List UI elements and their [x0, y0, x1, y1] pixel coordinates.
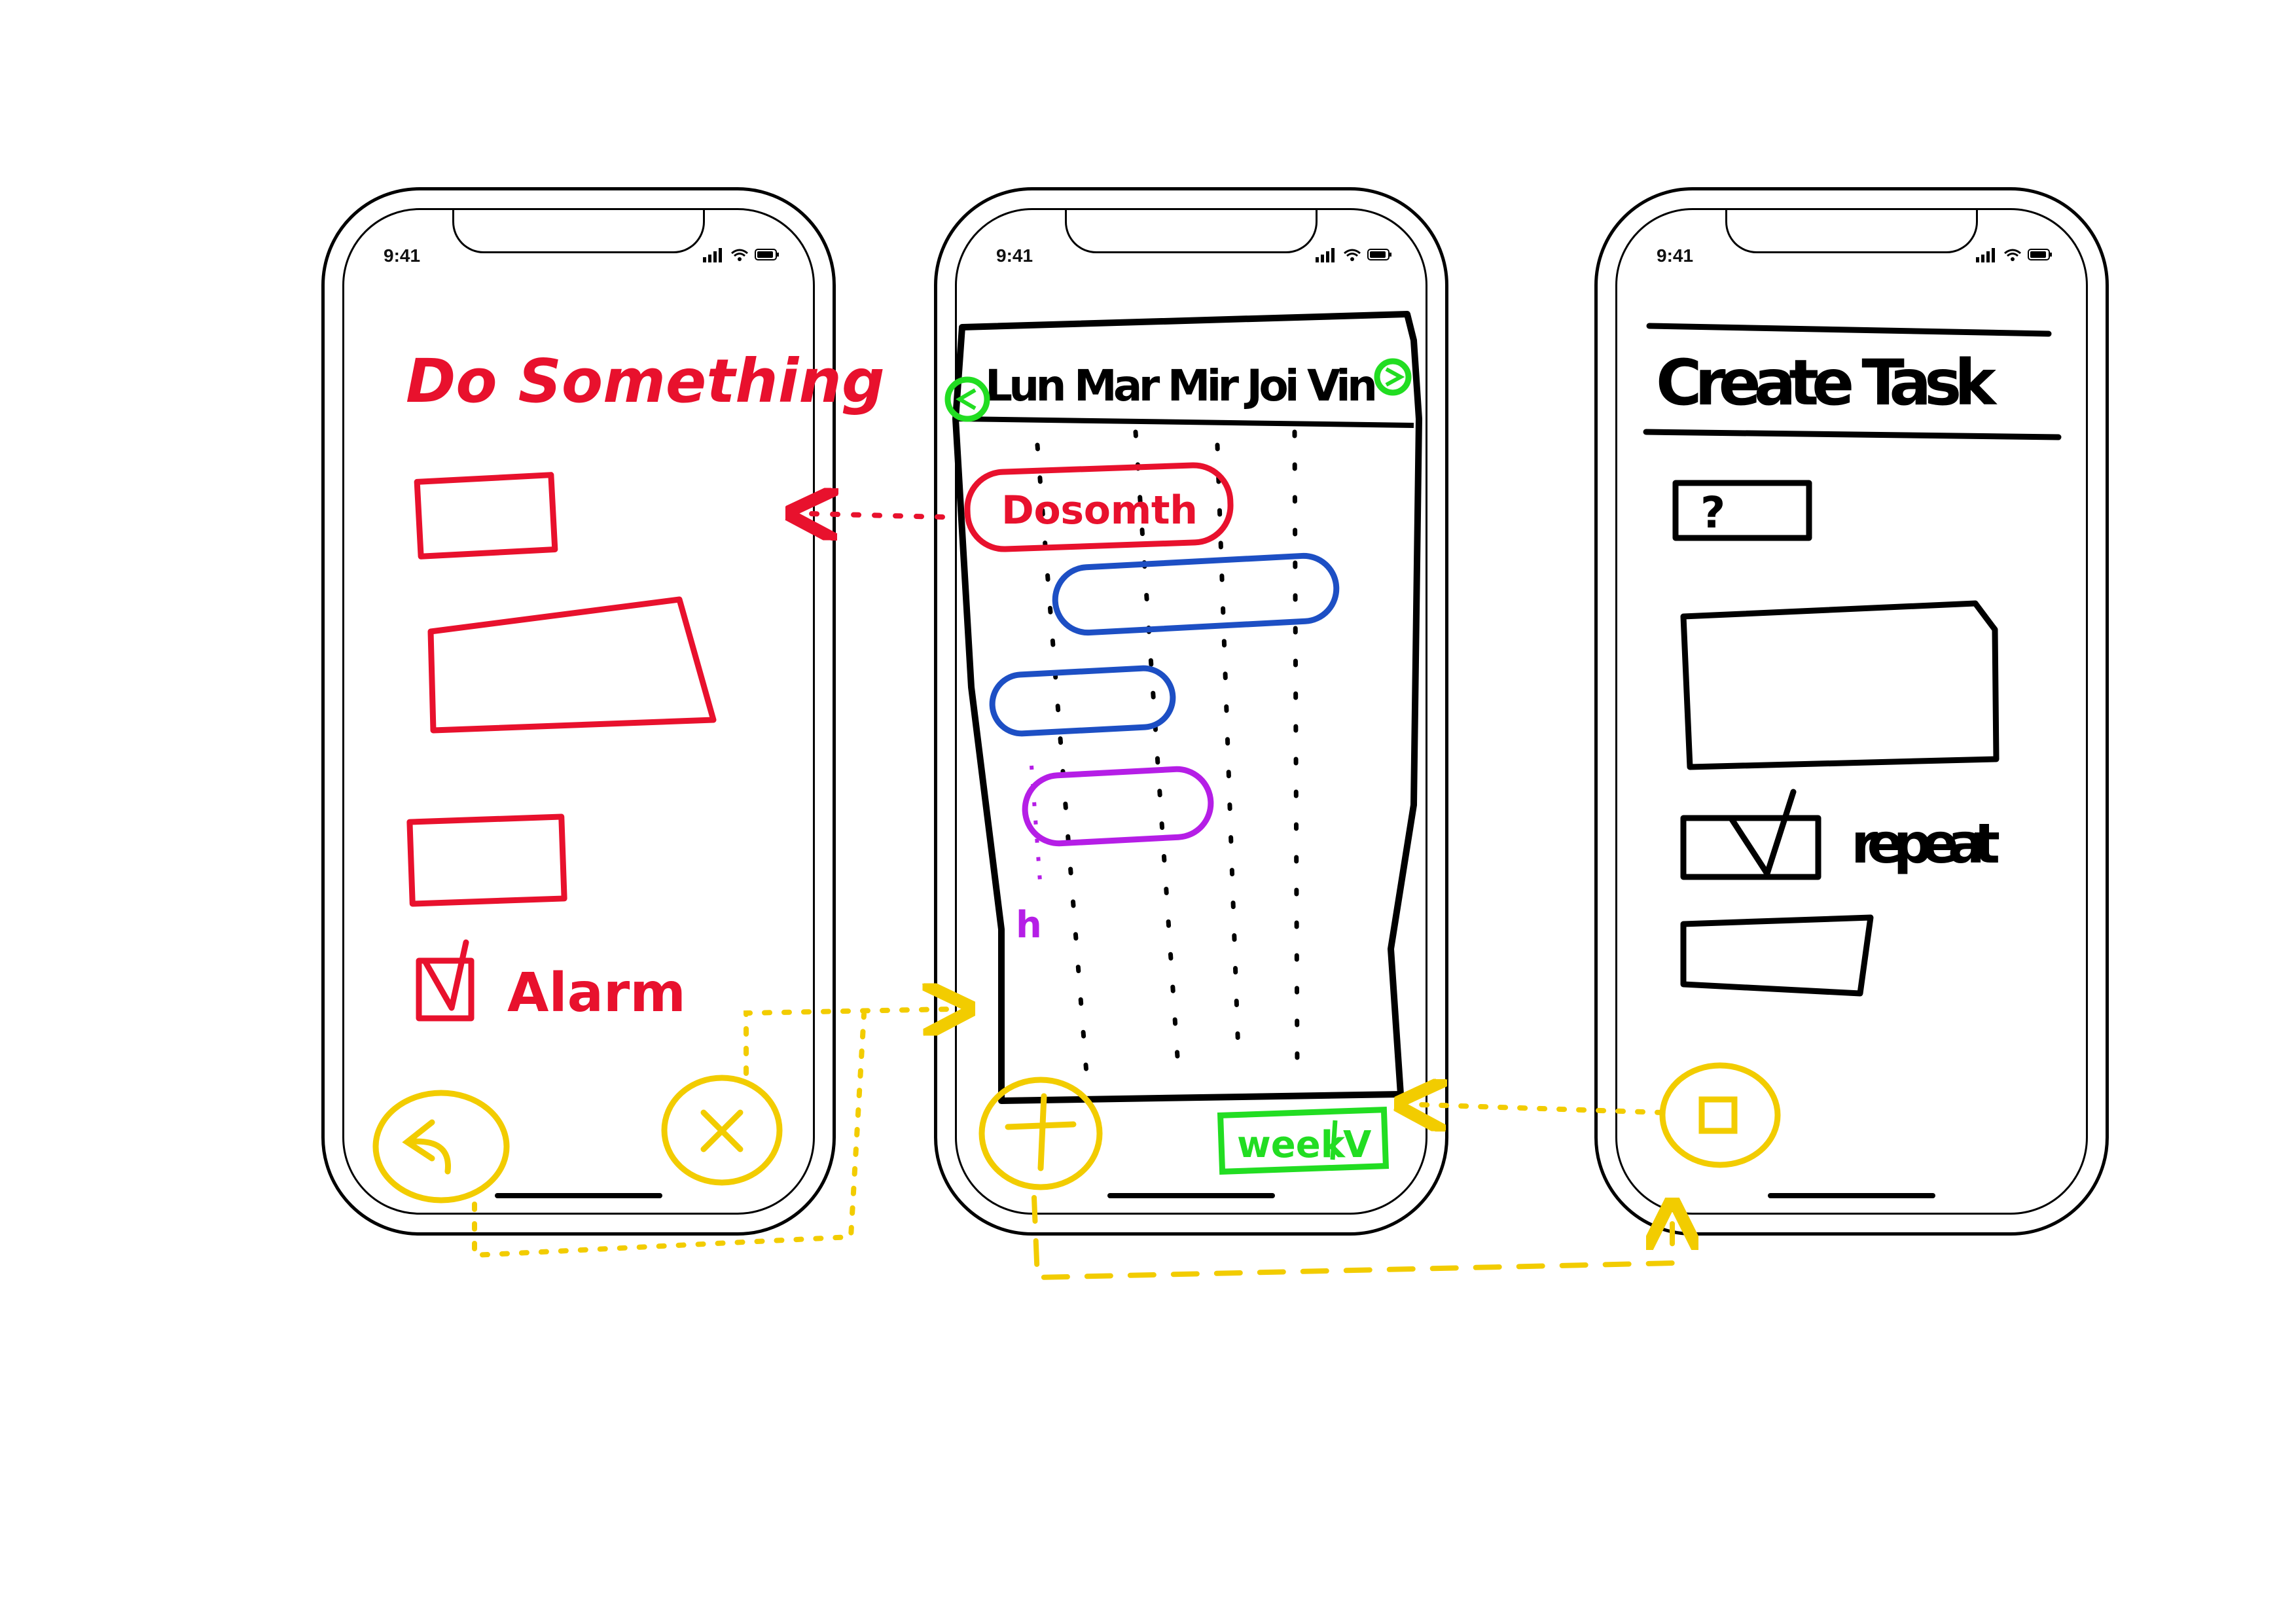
pick-date-button[interactable] [1659, 1062, 1781, 1168]
repeat-checkbox[interactable] [1680, 815, 1821, 880]
task-date-field[interactable] [1680, 914, 1874, 997]
status-icons [1316, 248, 1391, 262]
next-week-button[interactable] [1374, 358, 1412, 396]
home-indicator [495, 1193, 662, 1198]
status-time: 9:41 [1657, 245, 1694, 266]
task-bar[interactable] [1052, 552, 1340, 636]
task-description-field[interactable] [1680, 600, 2000, 770]
calendar-icon [1698, 1096, 1738, 1134]
status-time: 9:41 [996, 245, 1033, 266]
task-date-field[interactable] [406, 813, 567, 907]
task-name-placeholder: ? [1700, 488, 1725, 538]
view-mode-select[interactable]: week V [1217, 1107, 1390, 1175]
home-indicator [1768, 1193, 1935, 1198]
task-name-field[interactable]: ? [1672, 480, 1812, 541]
alarm-checkbox[interactable] [416, 957, 475, 1022]
status-time: 9:41 [384, 245, 421, 266]
notch [1065, 210, 1318, 253]
home-indicator [1107, 1193, 1275, 1198]
notch [1725, 210, 1978, 253]
back-button[interactable] [372, 1090, 510, 1204]
task-bar[interactable] [1022, 766, 1214, 847]
chevron-down-icon: V [1343, 1124, 1372, 1166]
task-name-field[interactable] [414, 472, 558, 560]
view-mode-label: week [1237, 1124, 1346, 1166]
status-icons [703, 248, 779, 262]
add-task-button[interactable] [978, 1077, 1103, 1190]
task-bar-selected[interactable] [964, 462, 1234, 552]
status-icons [1976, 248, 2052, 262]
view-mode-divider [1330, 1120, 1338, 1160]
task-bar[interactable] [989, 665, 1176, 737]
prev-week-button[interactable] [944, 376, 990, 422]
cancel-button[interactable] [661, 1075, 783, 1186]
notch [452, 210, 705, 253]
